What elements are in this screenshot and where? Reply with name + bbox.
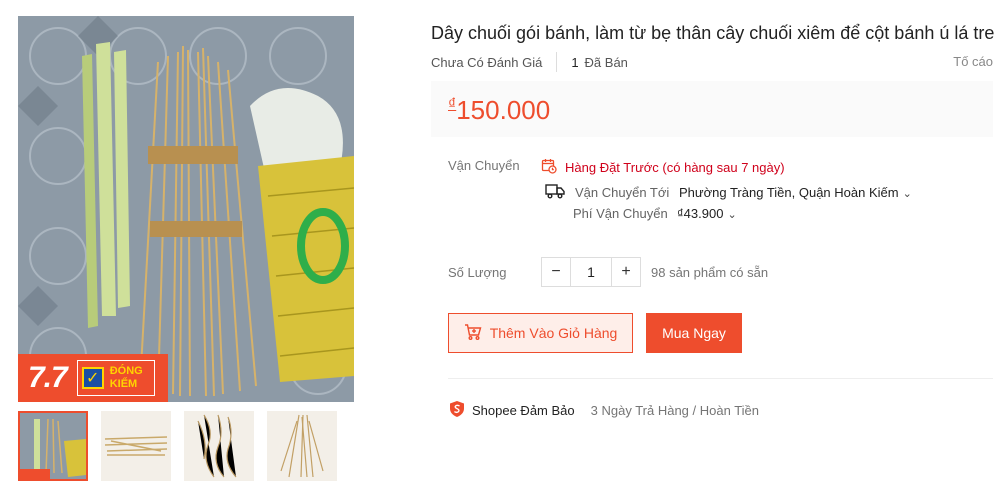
price-value: 150.000 — [456, 95, 551, 125]
product-info: Dây chuối gói bánh, làm từ bẹ thân cây c… — [431, 0, 1000, 502]
thumbnail-1[interactable] — [18, 411, 88, 481]
increase-quantity-button[interactable]: + — [612, 258, 640, 286]
rating-status[interactable]: Chưa Có Đánh Giá — [431, 55, 542, 70]
ship-to-label: Vận Chuyển Tới — [575, 185, 670, 200]
add-to-cart-button[interactable]: Thêm Vào Giỏ Hàng — [448, 313, 633, 353]
decrease-quantity-button[interactable]: − — [542, 258, 570, 286]
shipping-fee-value: ₫43.900 — [677, 206, 724, 221]
guarantee-name: Shopee Đảm Bảo — [472, 403, 575, 418]
product-meta: Chưa Có Đánh Giá 1 Đã Bán — [431, 52, 628, 72]
shipping-fee-dropdown[interactable]: ₫43.900 ⌄ — [677, 206, 737, 221]
product-title: Dây chuối gói bánh, làm từ bẹ thân cây c… — [431, 23, 995, 43]
badge-line-1: ĐÓNG — [109, 365, 143, 377]
badge-text: ĐÓNG KIỂM — [110, 365, 143, 391]
sold-label: Đã Bán — [584, 54, 628, 70]
sold-count: 1 — [571, 54, 579, 70]
check-icon: ✓ — [81, 367, 104, 389]
shield-icon — [448, 400, 466, 421]
shipping-fee-row: Phí Vận Chuyển ₫43.900 ⌄ — [573, 206, 737, 221]
shipping-label: Vận Chuyển — [448, 158, 520, 173]
buy-now-button[interactable]: Mua Ngay — [646, 313, 742, 353]
inspection-badge: ✓ ĐÓNG KIỂM — [76, 360, 155, 396]
sale-badge: 7.7 ✓ ĐÓNG KIỂM — [18, 354, 168, 402]
ship-to-value: Phường Tràng Tiền, Quận Hoàn Kiếm — [679, 185, 899, 200]
ship-to-location[interactable]: Phường Tràng Tiền, Quận Hoàn Kiếm ⌄ — [679, 185, 912, 200]
chevron-down-icon: ⌄ — [902, 188, 912, 200]
preorder-notice: Hàng Đặt Trước (có hàng sau 7 ngày) — [541, 158, 785, 177]
meta-divider — [556, 52, 558, 72]
truck-icon — [545, 183, 565, 202]
calendar-clock-icon — [541, 158, 557, 177]
quantity-label: Số Lượng — [448, 265, 507, 280]
price-section: ₫150.000 — [431, 81, 993, 137]
stock-available: 98 sản phẩm có sẵn — [651, 265, 769, 280]
guarantee-description: 3 Ngày Trả Hàng / Hoàn Tiền — [590, 403, 759, 418]
thumbnail-4[interactable] — [267, 411, 337, 481]
add-to-cart-label: Thêm Vào Giỏ Hàng — [489, 325, 618, 341]
quantity-input[interactable]: 1 — [570, 258, 612, 286]
report-link[interactable]: Tố cáo — [953, 54, 993, 69]
preorder-text: Hàng Đặt Trước (có hàng sau 7 ngày) — [565, 160, 785, 175]
main-product-image[interactable] — [18, 16, 354, 402]
buy-now-label: Mua Ngay — [662, 325, 726, 341]
price-currency: ₫ — [448, 96, 457, 113]
badge-line-2: KIỂM — [109, 378, 138, 390]
shipping-fee-label: Phí Vận Chuyển — [573, 206, 668, 221]
badge-sale-number: 7.7 — [28, 361, 68, 394]
section-divider — [448, 378, 993, 379]
thumbnail-3[interactable] — [184, 411, 254, 481]
quantity-stepper: − 1 + — [541, 257, 641, 287]
thumbnail-2[interactable] — [101, 411, 171, 481]
ship-to-row: Vận Chuyển Tới Phường Tràng Tiền, Quận H… — [545, 183, 912, 202]
shopee-guarantee[interactable]: Shopee Đảm Bảo 3 Ngày Trả Hàng / Hoàn Ti… — [448, 400, 759, 421]
thumbnail-strip — [18, 411, 337, 481]
chevron-down-icon: ⌄ — [727, 209, 737, 221]
cart-plus-icon — [464, 323, 482, 344]
product-gallery: 7.7 ✓ ĐÓNG KIỂM — [0, 0, 420, 502]
product-price: ₫150.000 — [448, 95, 550, 125]
